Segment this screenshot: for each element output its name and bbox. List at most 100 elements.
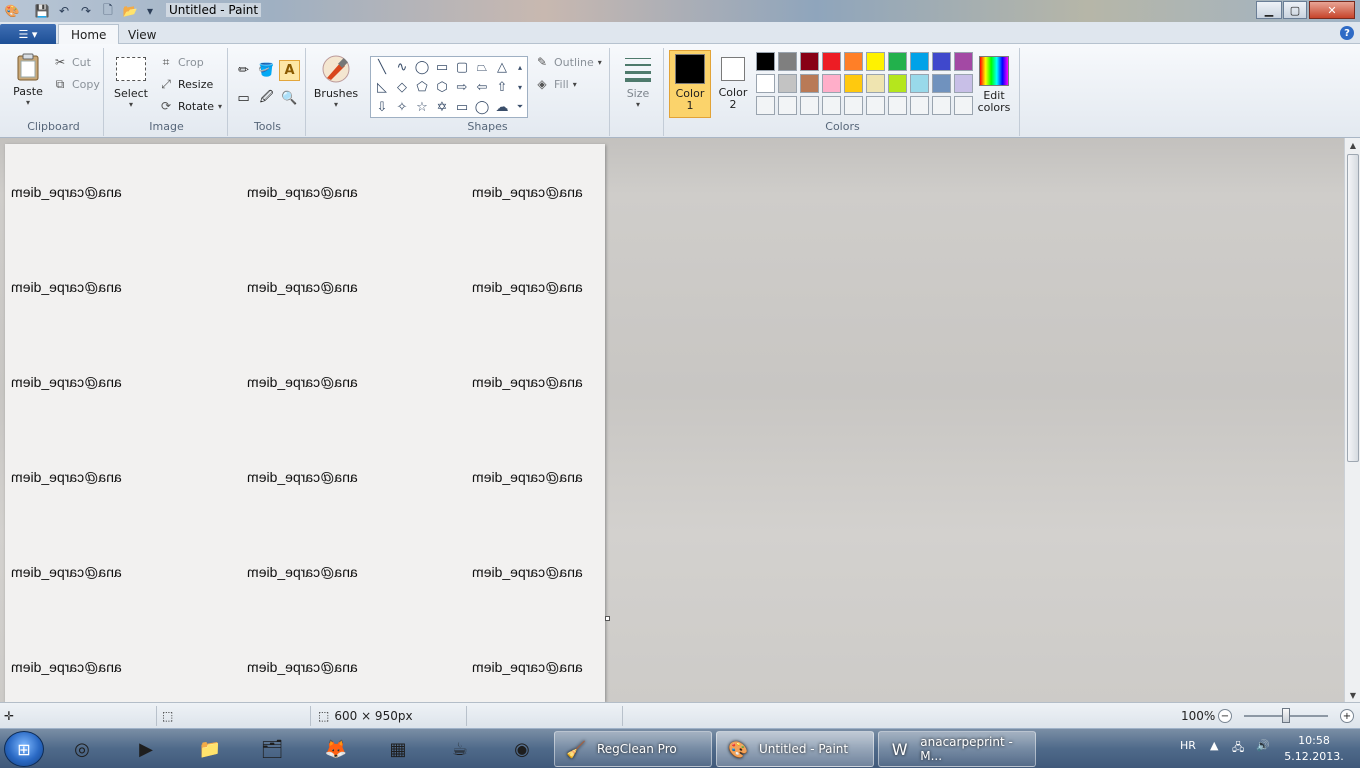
pencil-icon[interactable]: ✏ bbox=[233, 60, 254, 81]
color-picker-icon[interactable]: 🖉 bbox=[256, 88, 277, 109]
taskbar-window-word[interactable]: W anacarpeprint - M... bbox=[878, 731, 1036, 767]
palette-color-swatch[interactable] bbox=[844, 52, 863, 71]
taskbar-window-regclean[interactable]: 🧹 RegClean Pro bbox=[554, 731, 712, 767]
palette-color-swatch[interactable] bbox=[822, 74, 841, 93]
outline-button[interactable]: ✎ Outline ▾ bbox=[534, 54, 602, 70]
five-point-star-shape-icon[interactable]: ☆ bbox=[413, 98, 431, 116]
select-button[interactable]: Select ▾ bbox=[112, 54, 150, 109]
palette-custom-slot[interactable] bbox=[756, 96, 775, 115]
rotate-button[interactable]: ⟳ Rotate ▾ bbox=[158, 98, 222, 114]
line-shape-icon[interactable]: ╲ bbox=[373, 58, 391, 76]
open-icon[interactable]: 📂 bbox=[122, 3, 138, 19]
cut-button[interactable]: ✂ Cut bbox=[52, 54, 91, 70]
triangle-shape-icon[interactable]: △ bbox=[493, 58, 511, 76]
palette-color-swatch[interactable] bbox=[954, 74, 973, 93]
right-arrow-shape-icon[interactable]: ⇨ bbox=[453, 78, 471, 96]
palette-color-swatch[interactable] bbox=[822, 52, 841, 71]
start-button[interactable]: ⊞ bbox=[4, 731, 44, 767]
curve-shape-icon[interactable]: ∿ bbox=[393, 58, 411, 76]
palette-color-swatch[interactable] bbox=[954, 52, 973, 71]
right-triangle-shape-icon[interactable]: ◺ bbox=[373, 78, 391, 96]
minimize-button[interactable]: ▁ bbox=[1256, 1, 1282, 19]
taskbar-window-paint[interactable]: 🎨 Untitled - Paint bbox=[716, 731, 874, 767]
color1-button[interactable]: Color 1 bbox=[669, 50, 711, 118]
scroll-thumb[interactable] bbox=[1347, 154, 1359, 462]
palette-custom-slot[interactable] bbox=[800, 96, 819, 115]
language-indicator[interactable]: HR bbox=[1180, 739, 1196, 752]
firefox-icon[interactable]: 🦊 bbox=[310, 732, 362, 766]
palette-color-swatch[interactable] bbox=[756, 52, 775, 71]
undo-icon[interactable]: ↶ bbox=[56, 3, 72, 19]
brushes-button[interactable]: Brushes ▾ bbox=[314, 54, 358, 109]
crop-button[interactable]: ⌗ Crop bbox=[158, 54, 204, 70]
palette-color-swatch[interactable] bbox=[932, 52, 951, 71]
fill-button[interactable]: ◈ Fill ▾ bbox=[534, 76, 576, 92]
palette-color-swatch[interactable] bbox=[910, 52, 929, 71]
tab-view[interactable]: View bbox=[116, 24, 168, 45]
palette-custom-slot[interactable] bbox=[844, 96, 863, 115]
eraser-icon[interactable]: ▭ bbox=[233, 88, 254, 109]
clock-app-icon[interactable]: ◎ bbox=[56, 732, 108, 766]
zoom-slider-thumb[interactable] bbox=[1282, 708, 1290, 723]
save-icon[interactable]: 💾 bbox=[34, 3, 50, 19]
palette-color-swatch[interactable] bbox=[800, 52, 819, 71]
resize-button[interactable]: ⤢ Resize bbox=[158, 76, 213, 92]
vertical-scrollbar[interactable]: ▲ ▼ bbox=[1344, 138, 1360, 702]
fill-bucket-icon[interactable]: 🪣 bbox=[256, 60, 277, 81]
text-tool-icon[interactable]: A bbox=[279, 60, 300, 81]
palette-color-swatch[interactable] bbox=[932, 74, 951, 93]
show-hidden-icons-icon[interactable]: ▲ bbox=[1210, 739, 1218, 752]
zoom-out-button[interactable]: − bbox=[1218, 709, 1232, 723]
palette-color-swatch[interactable] bbox=[778, 74, 797, 93]
paint-icon[interactable]: 🎨 bbox=[4, 3, 20, 19]
rounded-rectangle-shape-icon[interactable]: ▢ bbox=[453, 58, 471, 76]
palette-color-swatch[interactable] bbox=[866, 74, 885, 93]
cloud-callout-shape-icon[interactable]: ☁ bbox=[493, 98, 511, 116]
diamond-shape-icon[interactable]: ◇ bbox=[393, 78, 411, 96]
scroll-down-arrow-icon[interactable]: ▼ bbox=[1345, 688, 1360, 702]
down-arrow-shape-icon[interactable]: ⇩ bbox=[373, 98, 391, 116]
paste-button[interactable]: Paste ▾ bbox=[8, 52, 48, 107]
palette-color-swatch[interactable] bbox=[756, 74, 775, 93]
zoom-in-button[interactable]: + bbox=[1340, 709, 1354, 723]
color2-button[interactable]: Color 2 bbox=[712, 50, 754, 118]
left-arrow-shape-icon[interactable]: ⇦ bbox=[473, 78, 491, 96]
media-player-icon[interactable]: ▶ bbox=[120, 732, 172, 766]
paint-menu-button[interactable]: ☰ ▾ bbox=[0, 24, 56, 44]
close-button[interactable]: ✕ bbox=[1309, 1, 1355, 19]
six-point-star-shape-icon[interactable]: ✡ bbox=[433, 98, 451, 116]
copy-button[interactable]: ⧉ Copy bbox=[52, 76, 100, 92]
four-point-star-shape-icon[interactable]: ✧ bbox=[393, 98, 411, 116]
control-panel-icon[interactable]: 🗂 bbox=[246, 732, 298, 766]
palette-color-swatch[interactable] bbox=[888, 52, 907, 71]
taskbar-clock[interactable]: 10:58 5.12.2013. bbox=[1284, 733, 1344, 765]
palette-custom-slot[interactable] bbox=[888, 96, 907, 115]
maximize-button[interactable]: ▢ bbox=[1283, 1, 1307, 19]
new-icon[interactable]: 🗋 bbox=[100, 3, 116, 19]
palette-color-swatch[interactable] bbox=[866, 52, 885, 71]
palette-custom-slot[interactable] bbox=[822, 96, 841, 115]
java-icon[interactable]: ☕ bbox=[434, 732, 486, 766]
magnifier-icon[interactable]: 🔍 bbox=[279, 88, 300, 109]
palette-color-swatch[interactable] bbox=[888, 74, 907, 93]
oval-shape-icon[interactable]: ◯ bbox=[413, 58, 431, 76]
palette-custom-slot[interactable] bbox=[778, 96, 797, 115]
redo-icon[interactable]: ↷ bbox=[78, 3, 94, 19]
palette-custom-slot[interactable] bbox=[932, 96, 951, 115]
palette-color-swatch[interactable] bbox=[800, 74, 819, 93]
help-icon[interactable]: ? bbox=[1340, 26, 1354, 40]
canvas-resize-handle[interactable] bbox=[605, 616, 610, 621]
drawing-canvas[interactable]: ana@carpe_diem ana@carpe_diem ana@carpe_di… bbox=[5, 144, 605, 702]
minecraft-icon[interactable]: ▦ bbox=[372, 732, 424, 766]
network-icon[interactable]: 🖧 bbox=[1232, 739, 1244, 758]
palette-color-swatch[interactable] bbox=[778, 52, 797, 71]
chrome-icon[interactable]: ◉ bbox=[496, 732, 548, 766]
palette-custom-slot[interactable] bbox=[954, 96, 973, 115]
palette-color-swatch[interactable] bbox=[910, 74, 929, 93]
palette-custom-slot[interactable] bbox=[910, 96, 929, 115]
polygon-shape-icon[interactable]: ⏢ bbox=[473, 58, 491, 76]
rectangle-shape-icon[interactable]: ▭ bbox=[433, 58, 451, 76]
up-arrow-shape-icon[interactable]: ⇧ bbox=[493, 78, 511, 96]
tab-home[interactable]: Home bbox=[58, 24, 120, 45]
size-button[interactable]: Size ▾ bbox=[618, 54, 658, 109]
